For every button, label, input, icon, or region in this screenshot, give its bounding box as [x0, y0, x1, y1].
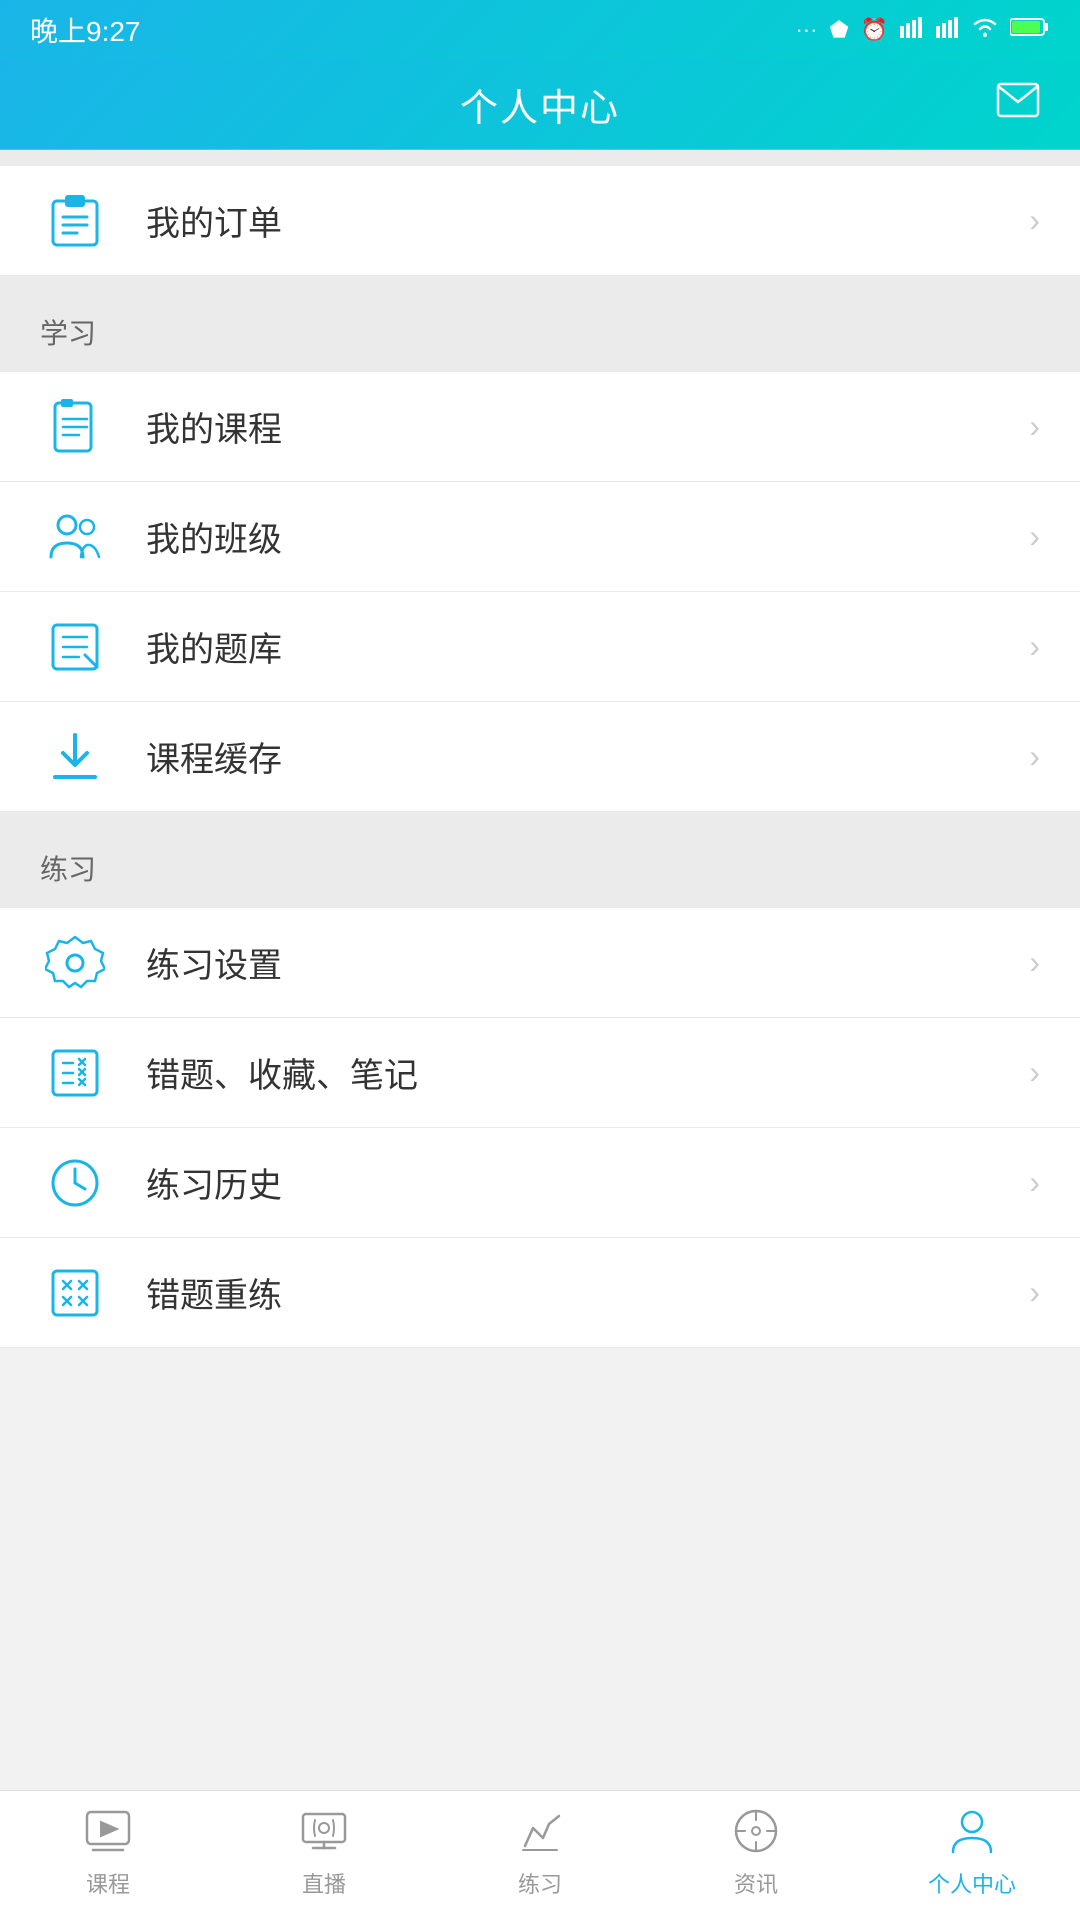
nav-profile-label: 个人中心	[928, 1867, 1016, 1899]
page-title: 个人中心	[460, 77, 620, 132]
status-bar: 晚上9:27 ··· ⬟ ⏰	[0, 0, 1080, 60]
errors-chevron: ›	[1029, 1054, 1040, 1091]
clipboard-icon	[40, 186, 110, 256]
settings-icon	[40, 928, 110, 998]
signal2-icon	[936, 16, 960, 44]
exercise-settings-item[interactable]: 练习设置 ›	[0, 908, 1080, 1018]
errors-item[interactable]: 错题、收藏、笔记 ›	[0, 1018, 1080, 1128]
nav-profile-icon	[944, 1803, 1000, 1859]
order-chevron: ›	[1029, 202, 1040, 239]
time-display: 晚上9:27	[30, 10, 141, 50]
nav-course-icon	[80, 1803, 136, 1859]
questionbank-icon	[40, 612, 110, 682]
nav-item-exercise[interactable]: 练习	[432, 1803, 648, 1899]
order-item[interactable]: 我的订单 ›	[0, 166, 1080, 276]
my-course-chevron: ›	[1029, 408, 1040, 445]
my-questionbank-chevron: ›	[1029, 628, 1040, 665]
exercise-settings-chevron: ›	[1029, 944, 1040, 981]
course-cache-chevron: ›	[1029, 738, 1040, 775]
rework-label: 错题重练	[146, 1268, 1029, 1317]
dots-icon: ···	[795, 17, 817, 43]
nav-item-live[interactable]: 直播	[216, 1803, 432, 1899]
message-icon[interactable]	[996, 82, 1040, 128]
nav-exercise-icon	[512, 1803, 568, 1859]
signal1-icon	[900, 16, 924, 44]
course-cache-label: 课程缓存	[146, 732, 1029, 781]
top-divider	[0, 150, 1080, 166]
class-icon	[40, 502, 110, 572]
my-class-chevron: ›	[1029, 518, 1040, 555]
bottom-nav: 课程 直播 练习	[0, 1790, 1080, 1920]
battery-icon	[1010, 16, 1050, 44]
rework-chevron: ›	[1029, 1274, 1040, 1311]
my-course-label: 我的课程	[146, 402, 1029, 451]
order-label: 我的订单	[146, 196, 1029, 245]
alarm-icon: ⏰	[861, 17, 888, 43]
my-class-label: 我的班级	[146, 512, 1029, 561]
nav-item-course[interactable]: 课程	[0, 1803, 216, 1899]
my-questionbank-label: 我的题库	[146, 622, 1029, 671]
my-questionbank-item[interactable]: 我的题库 ›	[0, 592, 1080, 702]
nav-news-label: 资讯	[734, 1867, 778, 1899]
nav-exercise-label: 练习	[518, 1867, 562, 1899]
course-cache-item[interactable]: 课程缓存 ›	[0, 702, 1080, 812]
exercise-history-label: 练习历史	[146, 1158, 1029, 1207]
errors-icon	[40, 1038, 110, 1108]
nav-news-icon	[728, 1803, 784, 1859]
history-icon	[40, 1148, 110, 1218]
wifi-icon	[972, 16, 998, 44]
exercise-settings-label: 练习设置	[146, 938, 1029, 987]
course-icon	[40, 392, 110, 462]
nav-course-label: 课程	[86, 1867, 130, 1899]
errors-label: 错题、收藏、笔记	[146, 1048, 1029, 1097]
page-header: 个人中心	[0, 60, 1080, 150]
nav-item-profile[interactable]: 个人中心	[864, 1803, 1080, 1899]
section-header-exercise: 练习	[0, 828, 1080, 908]
exercise-history-item[interactable]: 练习历史 ›	[0, 1128, 1080, 1238]
section-gap-2	[0, 812, 1080, 828]
section-gap-1	[0, 276, 1080, 292]
section-header-study: 学习	[0, 292, 1080, 372]
status-icons: ··· ⬟ ⏰	[795, 16, 1050, 44]
download-icon	[40, 722, 110, 792]
rework-item[interactable]: 错题重练 ›	[0, 1238, 1080, 1348]
nav-live-label: 直播	[302, 1867, 346, 1899]
my-course-item[interactable]: 我的课程 ›	[0, 372, 1080, 482]
my-class-item[interactable]: 我的班级 ›	[0, 482, 1080, 592]
nav-live-icon	[296, 1803, 352, 1859]
bluetooth-icon: ⬟	[829, 17, 848, 43]
nav-item-news[interactable]: 资讯	[648, 1803, 864, 1899]
rework-icon	[40, 1258, 110, 1328]
exercise-history-chevron: ›	[1029, 1164, 1040, 1201]
